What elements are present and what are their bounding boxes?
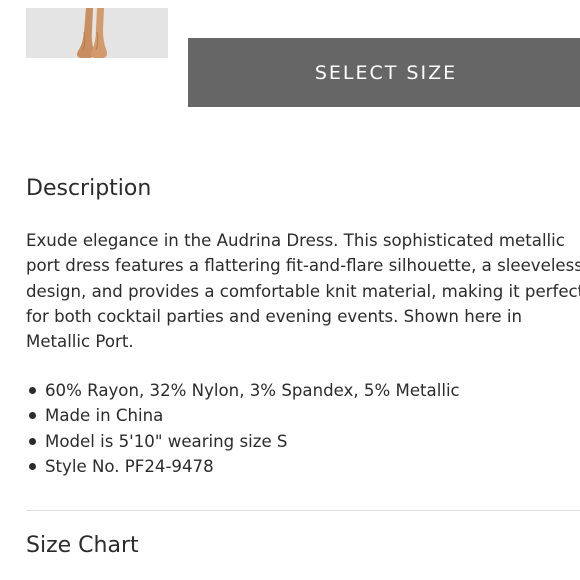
bullet-icon [29, 412, 36, 420]
size-chart-heading[interactable]: Size Chart [26, 533, 139, 558]
bullet-icon [29, 462, 36, 470]
list-item: Model is 5'10" wearing size S [26, 429, 460, 454]
description-text: Exude elegance in the Audrina Dress. Thi… [26, 231, 580, 352]
feature-text: Model is 5'10" wearing size S [45, 431, 288, 451]
product-thumbnail[interactable] [26, 8, 168, 58]
feature-text: 60% Rayon, 32% Nylon, 3% Spandex, 5% Met… [45, 381, 460, 400]
bullet-icon [29, 437, 36, 445]
list-item: 60% Rayon, 32% Nylon, 3% Spandex, 5% Met… [26, 378, 460, 403]
list-item: Made in China [26, 403, 460, 428]
product-detail-page: SELECT SIZE Description Exude elegance i… [0, 0, 580, 580]
feature-text: Style No. PF24-9478 [45, 456, 214, 476]
select-size-button[interactable]: SELECT SIZE [188, 38, 580, 107]
description-heading: Description [26, 176, 152, 201]
bullet-icon [29, 387, 36, 394]
list-item: Style No. PF24-9478 [26, 454, 460, 479]
section-divider [26, 510, 580, 511]
feature-list: 60% Rayon, 32% Nylon, 3% Spandex, 5% Met… [26, 378, 460, 479]
feature-text: Made in China [45, 406, 164, 426]
product-thumbnail-image [26, 8, 168, 58]
